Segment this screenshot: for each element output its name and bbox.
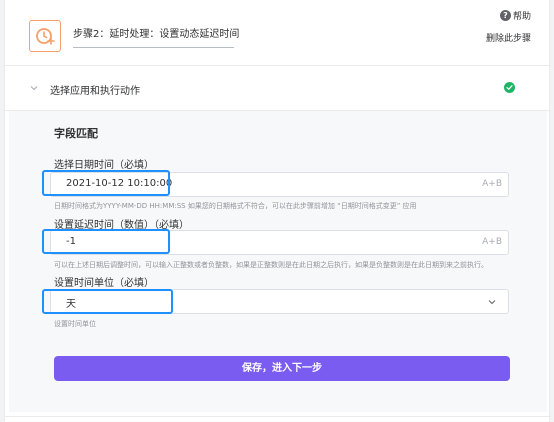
step-title-underline (73, 47, 234, 48)
unit-hint: 设置时间单位 (54, 320, 96, 328)
insert-variable-button[interactable]: A+B (482, 179, 502, 189)
step-title[interactable]: 步骤2：延时处理：设置动态延迟时间 (73, 28, 239, 42)
unit-value: 天 (66, 299, 76, 310)
field-mapping-panel: 字段匹配 选择日期时间（必填） 2021-10-12 10:10:00 A+B … (9, 111, 547, 412)
datetime-label: 选择日期时间（必填） (54, 160, 154, 171)
step-header: 步骤2：延时处理：设置动态延迟时间 ? 帮助 删除此步骤 (5, 0, 551, 66)
section-label: 选择应用和执行动作 (50, 86, 140, 97)
check-circle-icon (504, 82, 515, 93)
delay-hint: 可以在上述日期后调整时间，可以输入正整数或者负整数，如果是正整数则是在此日期之后… (54, 261, 488, 269)
datetime-value: 2021-10-12 10:10:00 (66, 178, 173, 189)
delay-label: 设置延迟时间（数值）（必填） (54, 220, 189, 231)
unit-label: 设置时间单位（必填） (54, 278, 154, 289)
chevron-down-icon[interactable] (486, 296, 498, 308)
divider (5, 416, 551, 417)
timer-step-icon (29, 20, 61, 52)
field-mapping-heading: 字段匹配 (54, 127, 98, 140)
insert-variable-button[interactable]: A+B (482, 237, 502, 247)
delay-input[interactable]: -1 A+B (50, 230, 509, 255)
help-label: 帮助 (512, 12, 531, 22)
help-link[interactable]: ? 帮助 (499, 9, 531, 22)
section-select-app-action[interactable]: 选择应用和执行动作 (5, 66, 551, 111)
delete-step-button[interactable]: 删除此步骤 (486, 31, 531, 44)
delay-value: -1 (66, 236, 76, 247)
step-card: 步骤2：延时处理：设置动态延迟时间 ? 帮助 删除此步骤 选择应用和执行动作 字… (4, 0, 551, 422)
unit-select[interactable]: 天 (50, 289, 509, 314)
chevron-down-icon[interactable] (27, 81, 41, 95)
datetime-input[interactable]: 2021-10-12 10:10:00 A+B (50, 172, 509, 197)
datetime-hint: 日期时间格式为YYYY-MM-DD HH:MM:SS 如果您的日期格式不符合，可… (54, 202, 417, 210)
question-circle-icon: ? (499, 10, 511, 21)
save-next-button[interactable]: 保存，进入下一步 (54, 356, 510, 381)
